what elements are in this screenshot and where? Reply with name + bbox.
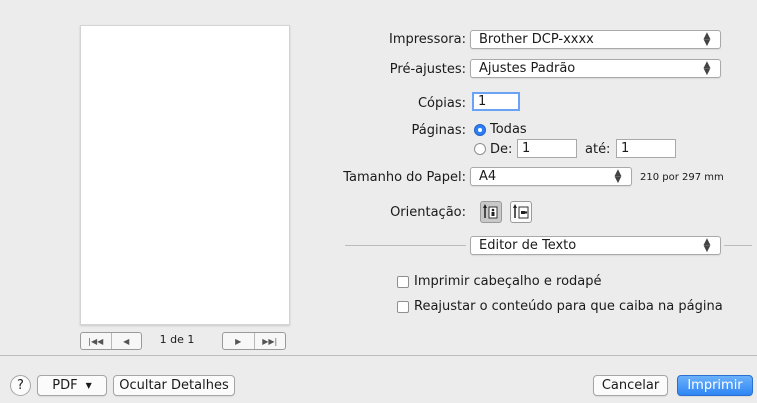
portrait-icon: [483, 204, 498, 219]
pages-from-input[interactable]: 1: [517, 139, 577, 158]
pages-all-radio[interactable]: [474, 124, 486, 136]
header-footer-label: Imprimir cabeçalho e rodapé: [414, 274, 602, 289]
pages-to-input[interactable]: 1: [616, 139, 676, 158]
paper-size-popup[interactable]: A4 ▲ ▼: [470, 167, 632, 186]
updown-arrows-icon: ▲ ▼: [614, 167, 622, 185]
printer-value: Brother DCP-xxxx: [479, 32, 594, 47]
orientation-label: Orientação:: [390, 205, 466, 220]
section-value: Editor de Texto: [479, 238, 577, 253]
pages-from-label: De:: [490, 142, 513, 157]
print-button[interactable]: Imprimir: [677, 375, 753, 396]
section-divider-left: [345, 245, 466, 246]
footer-divider: [0, 355, 757, 356]
copies-input[interactable]: 1: [472, 92, 520, 111]
next-page-icon[interactable]: ▶: [223, 333, 255, 349]
preview-nav-forward: ▶ ▶▶|: [222, 332, 286, 350]
first-page-icon[interactable]: |◀◀: [81, 333, 112, 349]
printer-label: Impressora:: [389, 32, 466, 47]
pages-label: Páginas:: [411, 123, 466, 138]
section-divider-right: [724, 245, 752, 246]
pages-range-radio[interactable]: [474, 143, 486, 155]
pages-all-label: Todas: [490, 122, 527, 137]
printer-popup[interactable]: Brother DCP-xxxx ▲ ▼: [470, 30, 721, 49]
paper-size-value: A4: [479, 169, 497, 184]
page-preview: [80, 25, 290, 325]
updown-arrows-icon: ▲ ▼: [703, 236, 711, 254]
updown-arrows-icon: ▲ ▼: [703, 30, 711, 48]
header-footer-checkbox[interactable]: [397, 276, 409, 288]
pdf-label: PDF: [52, 378, 78, 393]
pages-to-label: até:: [585, 142, 611, 157]
landscape-button[interactable]: [510, 201, 532, 223]
landscape-icon: [513, 204, 529, 219]
paper-dimensions: 210 por 297 mm: [640, 172, 724, 183]
cancel-button[interactable]: Cancelar: [593, 375, 668, 396]
section-popup[interactable]: Editor de Texto ▲ ▼: [470, 236, 721, 255]
help-button[interactable]: ?: [10, 375, 31, 396]
hide-details-button[interactable]: Ocultar Detalhes: [113, 375, 235, 396]
fit-page-checkbox[interactable]: [397, 301, 409, 313]
presets-value: Ajustes Padrão: [479, 61, 576, 76]
fit-page-label: Reajustar o conteúdo para que caiba na p…: [414, 299, 723, 314]
preview-nav-back: |◀◀ ◀: [80, 332, 142, 350]
updown-arrows-icon: ▲ ▼: [703, 59, 711, 77]
paper-size-label: Tamanho do Papel:: [343, 170, 466, 185]
page-count: 1 de 1: [159, 333, 195, 346]
prev-page-icon[interactable]: ◀: [112, 333, 142, 349]
help-icon: ?: [17, 378, 24, 393]
chevron-down-icon: ▼: [85, 381, 92, 390]
presets-label: Pré-ajustes:: [389, 62, 466, 77]
copies-label: Cópias:: [417, 96, 466, 111]
portrait-button[interactable]: [480, 201, 502, 223]
presets-popup[interactable]: Ajustes Padrão ▲ ▼: [470, 59, 721, 78]
pdf-menu-button[interactable]: PDF ▼: [37, 375, 107, 396]
last-page-icon[interactable]: ▶▶|: [255, 333, 286, 349]
